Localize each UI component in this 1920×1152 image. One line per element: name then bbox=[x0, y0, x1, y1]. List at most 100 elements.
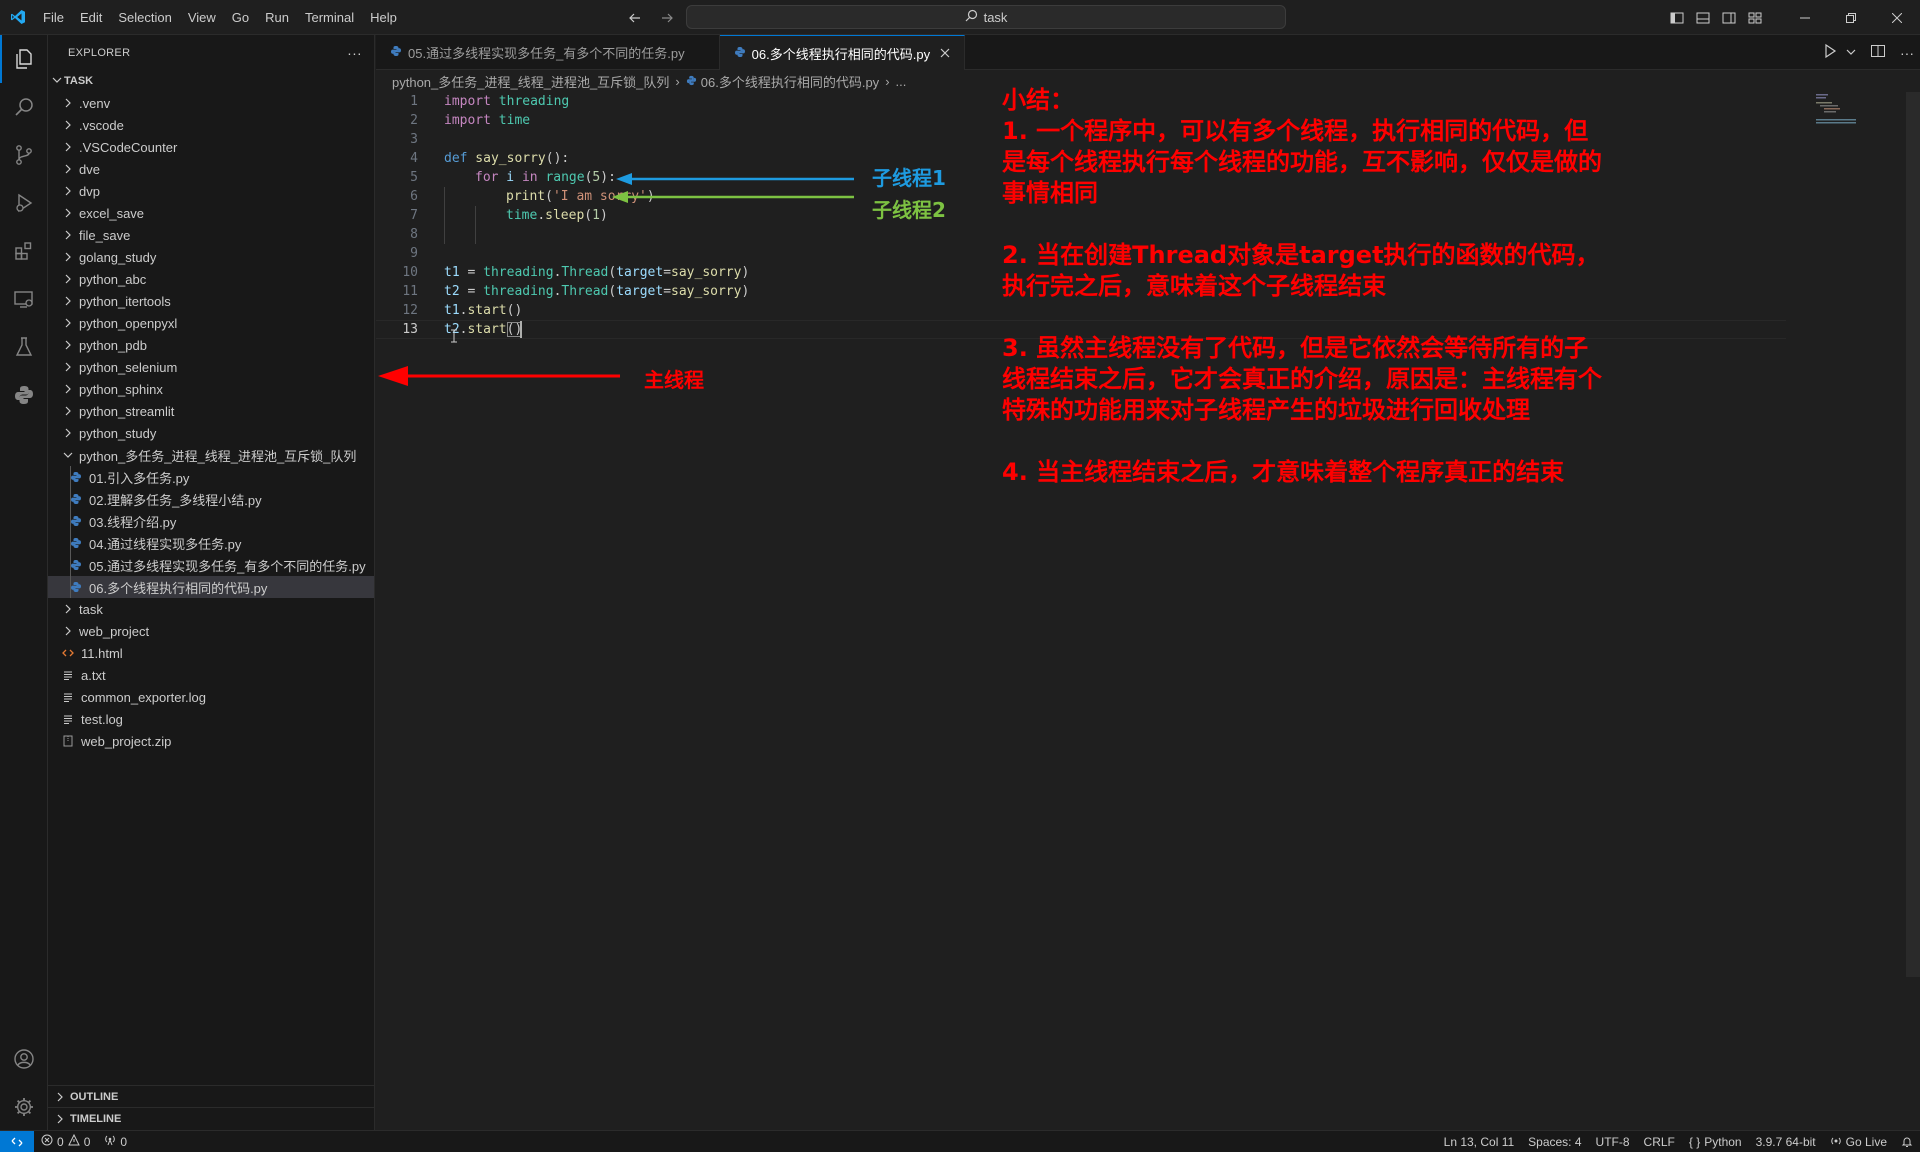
restore-icon[interactable] bbox=[1828, 0, 1874, 35]
folder-item[interactable]: .vscode bbox=[48, 114, 374, 136]
outline-section[interactable]: OUTLINE bbox=[48, 1085, 375, 1107]
folder-item[interactable]: .venv bbox=[48, 92, 374, 114]
customize-layout-icon[interactable] bbox=[1742, 5, 1768, 31]
go-live-button[interactable]: Go Live bbox=[1823, 1131, 1894, 1152]
folder-item[interactable]: golang_study bbox=[48, 246, 374, 268]
html-file-icon bbox=[60, 645, 76, 661]
chevron-right-icon bbox=[60, 120, 76, 130]
toggle-secondary-sidebar-icon[interactable] bbox=[1716, 5, 1742, 31]
tree-item-label: 06.多个线程执行相同的代码.py bbox=[89, 580, 268, 596]
tree-item-label: dvp bbox=[79, 183, 100, 199]
breadcrumb-folder[interactable]: python_多任务_进程_线程_进程池_互斥锁_队列 bbox=[392, 72, 669, 91]
menu-run[interactable]: Run bbox=[257, 0, 297, 35]
python-interpreter[interactable]: 3.9.7 64-bit bbox=[1749, 1131, 1823, 1152]
folder-item-open[interactable]: python_多任务_进程_线程_进程池_互斥锁_队列 bbox=[48, 444, 374, 466]
more-actions-icon[interactable]: ··· bbox=[347, 45, 362, 61]
breadcrumb-file[interactable]: 06.多个线程执行相同的代码.py bbox=[701, 72, 879, 91]
arrow-main bbox=[378, 366, 620, 386]
indentation[interactable]: Spaces: 4 bbox=[1521, 1131, 1588, 1152]
ports-indicator[interactable]: 0 bbox=[97, 1131, 134, 1152]
folder-item[interactable]: file_save bbox=[48, 224, 374, 246]
menu-help[interactable]: Help bbox=[362, 0, 405, 35]
encoding[interactable]: UTF-8 bbox=[1589, 1131, 1637, 1152]
folder-item[interactable]: web_project bbox=[48, 620, 374, 642]
more-actions-icon[interactable]: ··· bbox=[1900, 45, 1914, 61]
chevron-down-icon[interactable] bbox=[1846, 45, 1856, 60]
back-arrow-icon[interactable] bbox=[624, 7, 646, 29]
menu-go[interactable]: Go bbox=[224, 0, 257, 35]
python-file-icon bbox=[390, 45, 402, 60]
end-of-line[interactable]: CRLF bbox=[1637, 1131, 1682, 1152]
folder-item[interactable]: .VSCodeCounter bbox=[48, 136, 374, 158]
folder-item[interactable]: python_pdb bbox=[48, 334, 374, 356]
folder-item[interactable]: python_study bbox=[48, 422, 374, 444]
file-item[interactable]: web_project.zip bbox=[48, 730, 374, 752]
minimap[interactable] bbox=[1816, 92, 1906, 152]
accounts-icon[interactable] bbox=[0, 1035, 48, 1083]
menu-selection[interactable]: Selection bbox=[110, 0, 179, 35]
tab-06[interactable]: 06.多个线程执行相同的代码.py bbox=[719, 35, 966, 70]
toggle-panel-icon[interactable] bbox=[1690, 5, 1716, 31]
tab-05[interactable]: 05.通过多线程实现多任务_有多个不同的任务.py bbox=[376, 35, 720, 70]
file-item[interactable]: 11.html bbox=[48, 642, 374, 664]
arrow-sub1 bbox=[616, 173, 854, 185]
file-item[interactable]: 04.通过线程实现多任务.py bbox=[48, 532, 374, 554]
code-editor[interactable]: 1 import threading 2 import time 3 4 def… bbox=[376, 86, 1920, 1131]
workspace-folder-header[interactable]: TASK bbox=[48, 70, 374, 92]
folder-item[interactable]: task bbox=[48, 598, 374, 620]
file-item[interactable]: 06.多个线程执行相同的代码.py bbox=[48, 576, 374, 598]
menu-view[interactable]: View bbox=[180, 0, 224, 35]
menu-edit[interactable]: Edit bbox=[72, 0, 110, 35]
editor-area: 05.通过多线程实现多任务_有多个不同的任务.py 06.多个线程执行相同的代码… bbox=[376, 35, 1920, 1131]
command-center-search[interactable]: task bbox=[686, 5, 1286, 29]
toggle-primary-sidebar-icon[interactable] bbox=[1664, 5, 1690, 31]
folder-item[interactable]: python_abc bbox=[48, 268, 374, 290]
remote-explorer-icon[interactable] bbox=[0, 275, 48, 323]
testing-icon[interactable] bbox=[0, 323, 48, 371]
editor-scrollbar[interactable] bbox=[1906, 92, 1920, 977]
problems-indicator[interactable]: 0 0 bbox=[34, 1131, 97, 1152]
timeline-label: TIMELINE bbox=[70, 1112, 122, 1125]
forward-arrow-icon[interactable] bbox=[656, 7, 678, 29]
file-item[interactable]: 02.理解多任务_多线程小结.py bbox=[48, 488, 374, 510]
chevron-right-icon bbox=[60, 164, 76, 174]
folder-item[interactable]: python_openpyxl bbox=[48, 312, 374, 334]
extensions-icon[interactable] bbox=[0, 227, 48, 275]
folder-item[interactable]: dve bbox=[48, 158, 374, 180]
folder-item[interactable]: python_itertools bbox=[48, 290, 374, 312]
tree-item-label: python_selenium bbox=[79, 359, 178, 375]
settings-gear-icon[interactable] bbox=[0, 1083, 48, 1131]
breadcrumb-more[interactable]: ... bbox=[896, 74, 907, 89]
language-mode[interactable]: { } Python bbox=[1682, 1131, 1749, 1152]
close-tab-icon[interactable] bbox=[936, 45, 954, 61]
source-control-icon[interactable] bbox=[0, 131, 48, 179]
split-editor-icon[interactable] bbox=[1870, 43, 1886, 62]
folder-item[interactable]: python_sphinx bbox=[48, 378, 374, 400]
run-debug-icon[interactable] bbox=[0, 179, 48, 227]
summary-point-3: 3. 虽然主线程没有了代码，但是它依然会等待所有的子线程结束之后，它才会真正的介… bbox=[1002, 334, 1602, 424]
minimize-icon[interactable] bbox=[1782, 0, 1828, 35]
file-item[interactable]: a.txt bbox=[48, 664, 374, 686]
arrow-sub2 bbox=[612, 191, 854, 203]
file-item[interactable]: test.log bbox=[48, 708, 374, 730]
file-item[interactable]: 03.线程介绍.py bbox=[48, 510, 374, 532]
search-activity-icon[interactable] bbox=[0, 83, 48, 131]
menu-file[interactable]: File bbox=[35, 0, 72, 35]
timeline-section[interactable]: TIMELINE bbox=[48, 1107, 375, 1129]
cursor-position[interactable]: Ln 13, Col 11 bbox=[1437, 1131, 1522, 1152]
folder-item[interactable]: python_streamlit bbox=[48, 400, 374, 422]
remote-indicator-icon[interactable] bbox=[0, 1130, 34, 1152]
folder-item[interactable]: python_selenium bbox=[48, 356, 374, 378]
close-window-icon[interactable] bbox=[1874, 0, 1920, 35]
file-item[interactable]: 05.通过多线程实现多任务_有多个不同的任务.py bbox=[48, 554, 374, 576]
python-icon[interactable] bbox=[0, 371, 48, 419]
folder-item[interactable]: excel_save bbox=[48, 202, 374, 224]
notifications-bell-icon[interactable] bbox=[1894, 1131, 1920, 1152]
folder-item[interactable]: dvp bbox=[48, 180, 374, 202]
explorer-icon[interactable] bbox=[0, 35, 48, 83]
file-item[interactable]: common_exporter.log bbox=[48, 686, 374, 708]
run-python-file-icon[interactable] bbox=[1822, 43, 1838, 62]
file-item[interactable]: 01.引入多任务.py bbox=[48, 466, 374, 488]
chevron-right-icon bbox=[60, 362, 76, 372]
menu-terminal[interactable]: Terminal bbox=[297, 0, 362, 35]
